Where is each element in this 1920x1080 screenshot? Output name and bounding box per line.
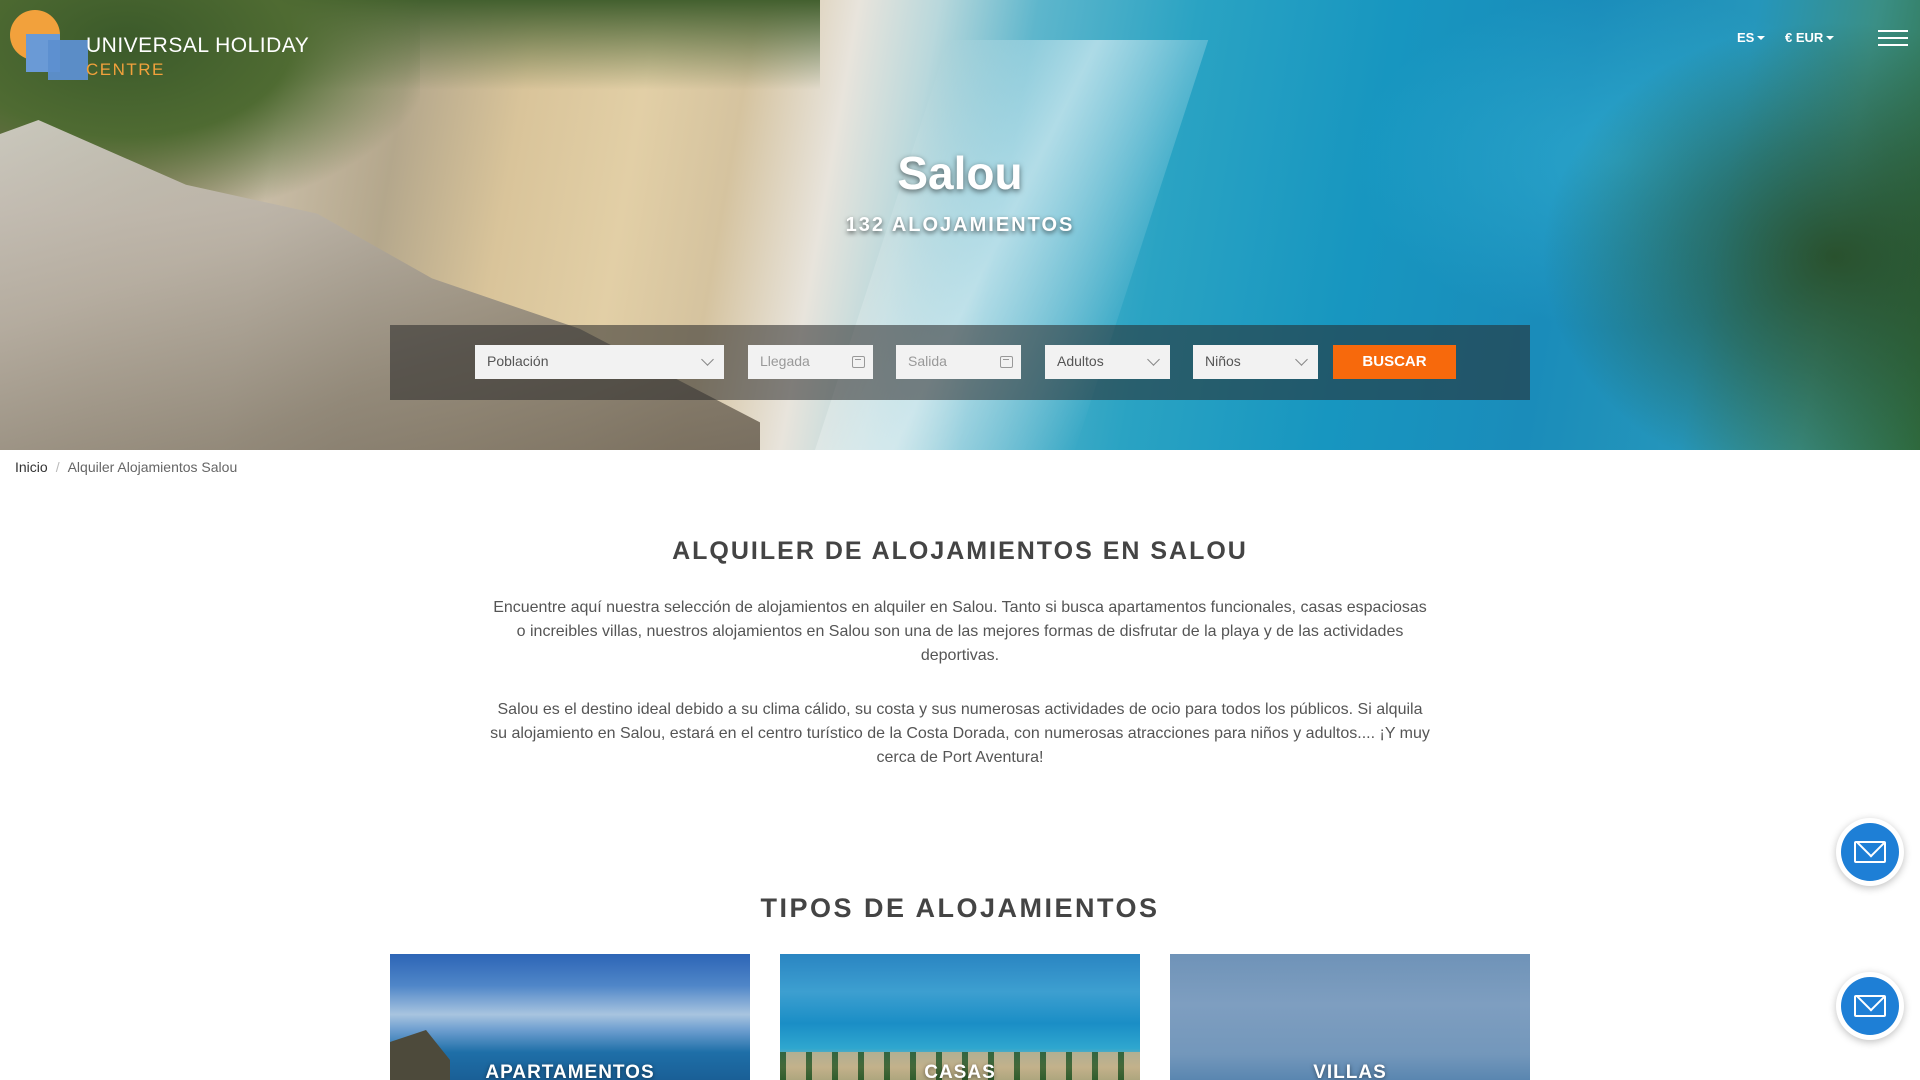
ninos-label: Niños [1205, 353, 1241, 369]
hero-banner: UNIVERSAL HOLIDAY CENTRE ES € EUR Salou … [0, 0, 1920, 450]
calendar-icon [852, 356, 865, 368]
currency-label: € EUR [1785, 30, 1824, 45]
ninos-select[interactable]: Niños [1193, 345, 1318, 379]
mail-icon [1854, 995, 1886, 1017]
header-controls: ES € EUR [1720, 28, 1920, 52]
chevron-down-icon [1295, 353, 1308, 366]
adultos-select[interactable]: Adultos [1045, 345, 1170, 379]
type-card-villas[interactable]: VILLAS [1170, 954, 1530, 1080]
intro-paragraph: Encuentre aquí nuestra selección de aloj… [493, 599, 1427, 664]
contact-mail-button[interactable] [1836, 818, 1904, 886]
type-card-apartamentos[interactable]: APARTAMENTOS [390, 954, 750, 1080]
breadcrumb: Inicio / Alquiler Alojamientos Salou [15, 459, 237, 475]
chevron-down-icon [701, 353, 714, 366]
currency-selector[interactable]: € EUR [1785, 30, 1835, 45]
caret-down-icon [1826, 36, 1835, 40]
hero-title: Salou [897, 147, 1023, 199]
language-selector[interactable]: ES [1737, 30, 1766, 45]
site-logo[interactable]: UNIVERSAL HOLIDAY CENTRE [10, 10, 309, 80]
llegada-date-input[interactable]: Llegada [748, 345, 873, 379]
types-section-title: TIPOS DE ALOJAMIENTOS [760, 893, 1160, 923]
type-card-label: VILLAS [1313, 1062, 1387, 1080]
page-title: ALQUILER DE ALOJAMIENTOS EN SALOU [672, 537, 1248, 565]
hero-subtitle: 132 ALOJAMIENTOS [845, 214, 1075, 236]
breadcrumb-separator: / [55, 459, 60, 475]
type-card-casas[interactable]: CASAS [780, 954, 1140, 1080]
type-card-label: APARTAMENTOS [485, 1062, 655, 1080]
salida-date-input[interactable]: Salida [896, 345, 1021, 379]
buscar-button[interactable]: BUSCAR [1333, 345, 1456, 379]
calendar-icon [1000, 356, 1013, 368]
adultos-label: Adultos [1057, 353, 1104, 369]
search-bar: Población Llegada Salida Adultos Niños B… [390, 325, 1530, 400]
poblacion-label: Población [487, 353, 549, 369]
hamburger-icon[interactable] [1878, 30, 1908, 48]
contact-mail-button[interactable] [1836, 972, 1904, 1040]
logo-text-sub: CENTRE [86, 60, 165, 79]
logo-square-shape [48, 40, 88, 80]
intro-paragraph: Salou es el destino ideal debido a su cl… [490, 701, 1430, 766]
llegada-placeholder: Llegada [760, 353, 810, 369]
language-label: ES [1737, 30, 1755, 45]
salida-placeholder: Salida [908, 353, 947, 369]
mail-icon [1854, 841, 1886, 863]
breadcrumb-current: Alquiler Alojamientos Salou [67, 459, 238, 475]
poblacion-select[interactable]: Población [475, 345, 724, 379]
type-card-label: CASAS [924, 1062, 996, 1080]
caret-down-icon [1757, 36, 1766, 40]
logo-text-main: UNIVERSAL HOLIDAY [86, 34, 310, 57]
breadcrumb-home-link[interactable]: Inicio [15, 459, 48, 475]
chevron-down-icon [1147, 353, 1160, 366]
